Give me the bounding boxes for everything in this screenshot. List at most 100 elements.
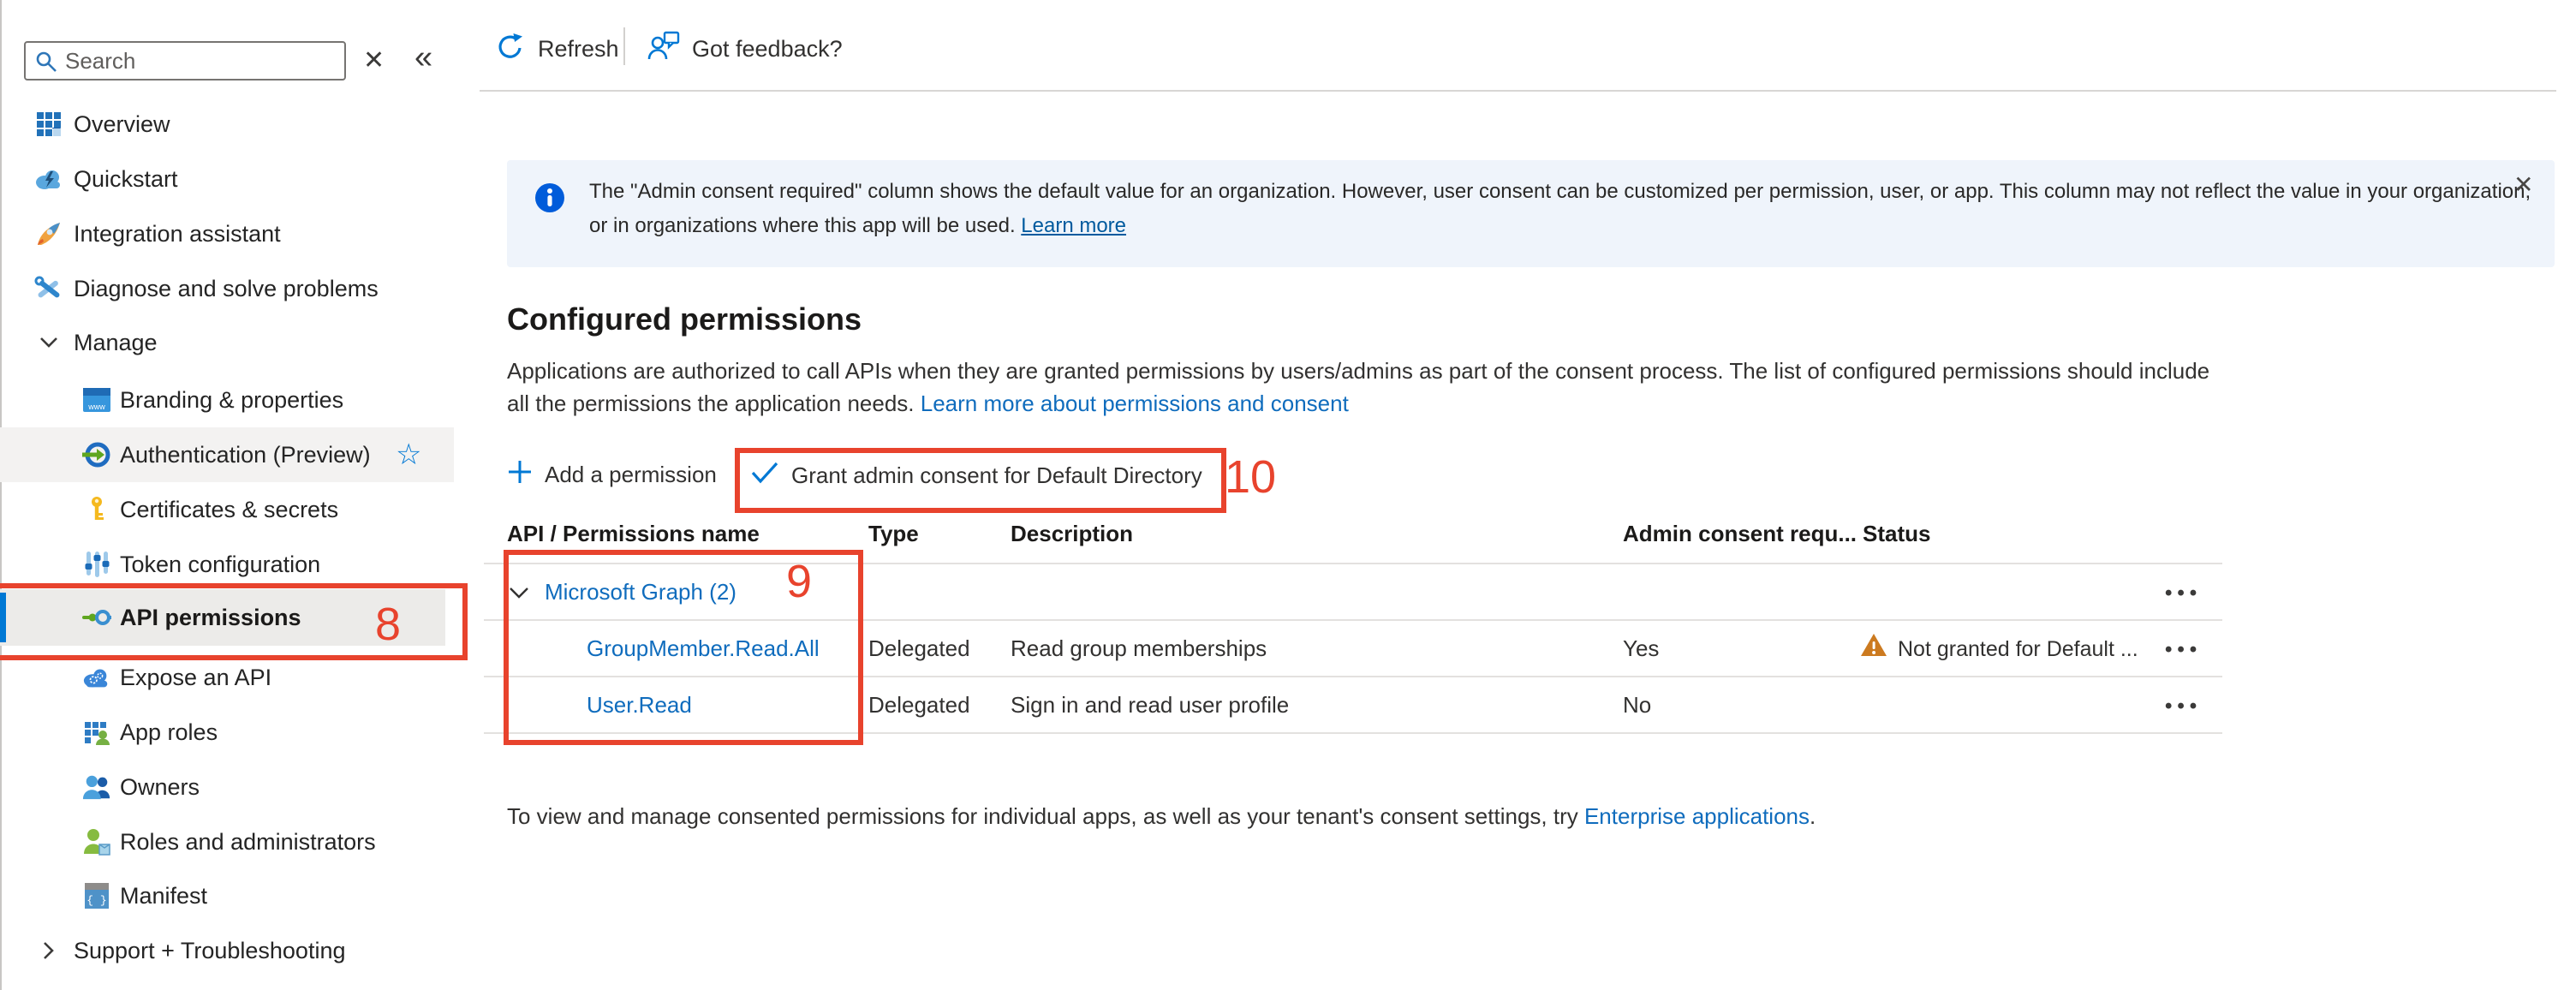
sidebar-item-diagnose[interactable]: Diagnose and solve problems bbox=[0, 261, 445, 316]
toolbar-bottom-divider bbox=[480, 90, 2556, 92]
search-dismiss-icon[interactable]: ✕ bbox=[363, 45, 385, 75]
overview-icon bbox=[34, 110, 63, 139]
sidebar-item-owners[interactable]: Owners bbox=[0, 760, 445, 814]
permission-description: Read group memberships bbox=[1011, 635, 1267, 662]
col-header-name: API / Permissions name bbox=[507, 521, 760, 547]
admin-consent-value: No bbox=[1623, 692, 1651, 719]
banner-close-icon[interactable]: ✕ bbox=[2513, 170, 2533, 199]
refresh-button[interactable]: Refresh bbox=[495, 31, 619, 68]
banner-text-line1: The "Admin consent required" column show… bbox=[589, 180, 2531, 204]
browser-icon: www bbox=[82, 385, 111, 414]
status-text: Not granted for Default ... bbox=[1898, 637, 2138, 662]
col-header-type: Type bbox=[868, 521, 919, 547]
add-permission-button[interactable]: Add a permission bbox=[507, 459, 717, 491]
permission-link[interactable]: User.Read bbox=[587, 692, 692, 719]
sidebar-item-token-configuration[interactable]: Token configuration bbox=[0, 537, 445, 592]
banner-text-line2: or in organizations where this app will … bbox=[589, 214, 1126, 238]
permission-link[interactable]: GroupMember.Read.All bbox=[587, 635, 820, 662]
sidebar-item-label: Expose an API bbox=[120, 665, 271, 691]
warning-icon bbox=[1860, 632, 1887, 662]
sidebar-item-label: Overview bbox=[74, 111, 170, 138]
add-permission-label: Add a permission bbox=[545, 462, 717, 488]
info-icon bbox=[534, 182, 565, 218]
plus-icon bbox=[507, 459, 533, 491]
sidebar-item-manifest[interactable]: { } Manifest bbox=[0, 868, 445, 923]
grant-admin-consent-button[interactable]: Grant admin consent for Default Director… bbox=[750, 461, 1202, 491]
enterprise-applications-link[interactable]: Enterprise applications bbox=[1584, 803, 1810, 829]
chevron-down-icon bbox=[34, 328, 63, 357]
row-menu-button[interactable]: ••• bbox=[2165, 581, 2202, 605]
selected-indicator-bar bbox=[0, 593, 6, 642]
refresh-icon bbox=[495, 31, 526, 68]
search-input[interactable] bbox=[24, 41, 346, 81]
feedback-icon bbox=[647, 31, 680, 68]
sidebar-item-label: Certificates & secrets bbox=[120, 497, 338, 523]
permissions-consent-link[interactable]: Learn more about permissions and consent bbox=[921, 391, 1349, 416]
footer-note: To view and manage consented permissions… bbox=[507, 803, 1816, 830]
people-icon bbox=[82, 772, 111, 802]
sidebar-item-app-roles[interactable]: App roles bbox=[0, 705, 445, 760]
feedback-button[interactable]: Got feedback? bbox=[647, 31, 843, 68]
sidebar-item-expose-api[interactable]: Expose an API bbox=[0, 650, 445, 705]
sidebar-item-label: Owners bbox=[120, 774, 200, 801]
sign-in-icon bbox=[82, 440, 111, 469]
permission-type: Delegated bbox=[868, 635, 970, 662]
sidebar-item-label: Branding & properties bbox=[120, 387, 343, 414]
sidebar-item-branding[interactable]: www Branding & properties bbox=[0, 373, 445, 427]
sidebar-item-integration-assistant[interactable]: Integration assistant bbox=[0, 206, 445, 261]
check-icon bbox=[750, 461, 779, 491]
sidebar-item-certificates[interactable]: Certificates & secrets bbox=[0, 482, 445, 537]
sidebar-collapse-icon[interactable]: « bbox=[414, 39, 432, 76]
api-group-link[interactable]: Microsoft Graph (2) bbox=[545, 579, 736, 605]
row-menu-button[interactable]: ••• bbox=[2165, 638, 2202, 662]
section-description-line1: Applications are authorized to call APIs… bbox=[507, 358, 2209, 385]
table-divider bbox=[484, 676, 2222, 677]
sidebar-group-manage[interactable]: Manage bbox=[0, 315, 445, 370]
row-menu-button[interactable]: ••• bbox=[2165, 695, 2202, 719]
sidebar-item-label: Manifest bbox=[120, 883, 207, 909]
col-header-admin-consent: Admin consent requ... bbox=[1623, 521, 1857, 547]
page-section-title: Configured permissions bbox=[507, 301, 862, 337]
plug-icon bbox=[82, 603, 111, 632]
search-icon bbox=[34, 50, 58, 78]
col-header-description: Description bbox=[1011, 521, 1133, 547]
sidebar-group-support[interactable]: Support + Troubleshooting bbox=[0, 923, 445, 978]
manifest-icon: { } bbox=[82, 881, 111, 910]
sidebar-item-label: Authentication (Preview) bbox=[120, 442, 371, 468]
section-description-line2: all the permissions the application need… bbox=[507, 391, 1349, 417]
sidebar-item-quickstart[interactable]: Quickstart bbox=[0, 152, 445, 206]
sidebar-item-label: Quickstart bbox=[74, 166, 178, 193]
grid-person-icon bbox=[82, 718, 111, 747]
chevron-right-icon bbox=[34, 936, 63, 965]
permission-type: Delegated bbox=[868, 692, 970, 719]
learn-more-link[interactable]: Learn more bbox=[1021, 214, 1126, 237]
info-banner: The "Admin consent required" column show… bbox=[507, 160, 2555, 267]
key-icon bbox=[82, 495, 111, 524]
cloud-gears-icon bbox=[82, 663, 111, 692]
table-divider bbox=[484, 732, 2222, 734]
svg-text:{ }: { } bbox=[86, 894, 106, 907]
quickstart-icon bbox=[34, 164, 63, 194]
annotation-number-10: 10 bbox=[1225, 454, 1276, 500]
sliders-icon bbox=[82, 550, 111, 579]
sidebar-item-label: Integration assistant bbox=[74, 221, 281, 248]
sidebar-group-label: Support + Troubleshooting bbox=[74, 938, 345, 964]
sidebar-item-label: Roles and administrators bbox=[120, 829, 376, 856]
feedback-label: Got feedback? bbox=[692, 36, 843, 63]
sidebar-item-label: App roles bbox=[120, 719, 218, 746]
col-header-status: Status bbox=[1863, 521, 1930, 547]
sidebar-item-label: Token configuration bbox=[120, 552, 320, 578]
grant-admin-consent-label: Grant admin consent for Default Director… bbox=[791, 462, 1202, 489]
sidebar-item-roles-admins[interactable]: Roles and administrators bbox=[0, 814, 445, 869]
sidebar-item-label: Diagnose and solve problems bbox=[74, 276, 379, 302]
sidebar-item-authentication[interactable]: Authentication (Preview) ☆ bbox=[0, 427, 454, 482]
favorite-star-icon[interactable]: ☆ bbox=[396, 438, 421, 472]
table-divider bbox=[484, 563, 2222, 564]
expand-chevron-icon[interactable] bbox=[509, 586, 529, 604]
table-divider bbox=[484, 619, 2222, 621]
tools-icon bbox=[34, 274, 63, 303]
sidebar-item-overview[interactable]: Overview bbox=[0, 97, 445, 152]
sidebar-item-api-permissions[interactable]: API permissions bbox=[0, 589, 445, 646]
rocket-icon bbox=[34, 219, 63, 248]
annotation-number-9: 9 bbox=[786, 558, 812, 605]
